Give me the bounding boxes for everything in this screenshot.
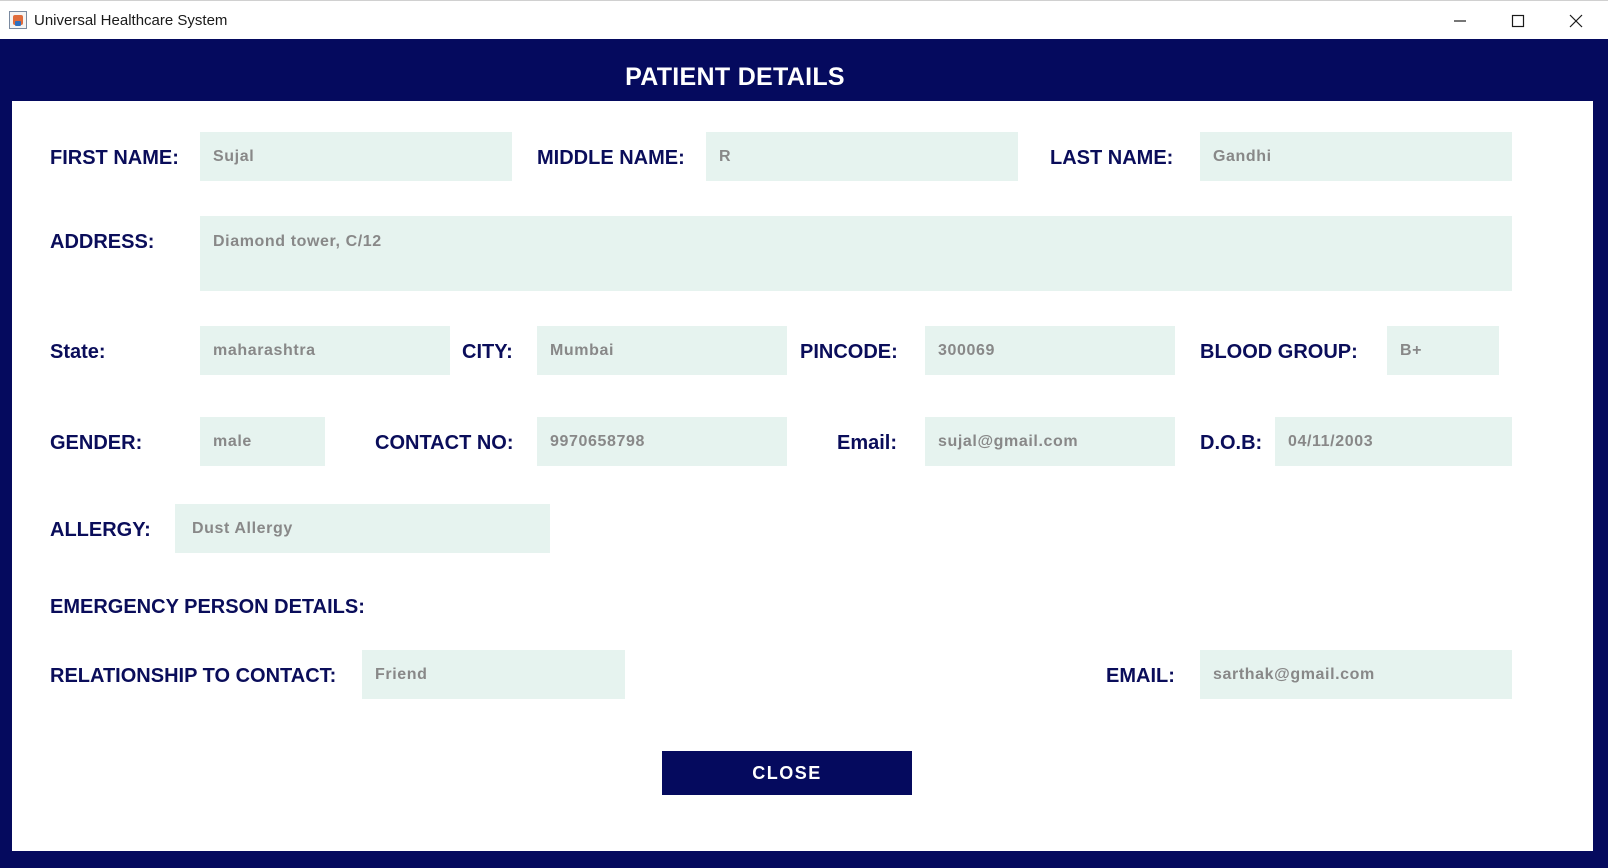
minimize-icon	[1454, 19, 1466, 22]
city-field[interactable]: Mumbai	[537, 326, 787, 375]
email-field[interactable]: sujal@gmail.com	[925, 417, 1175, 466]
relationship-label: RELATIONSHIP TO CONTACT:	[50, 665, 337, 687]
window-titlebar: Universal Healthcare System	[0, 0, 1608, 39]
close-window-button[interactable]	[1547, 1, 1605, 40]
middle-name-label: MIDDLE NAME:	[537, 147, 685, 169]
state-label: State:	[50, 341, 106, 363]
gender-field[interactable]: male	[200, 417, 325, 466]
blood-group-label: BLOOD GROUP:	[1200, 341, 1358, 363]
last-name-label: LAST NAME:	[1050, 147, 1174, 169]
java-app-icon	[9, 11, 27, 29]
address-label: ADDRESS:	[50, 231, 155, 253]
page-title: PATIENT DETAILS	[625, 63, 845, 91]
first-name-label: FIRST NAME:	[50, 147, 179, 169]
close-icon	[1569, 14, 1583, 27]
address-field[interactable]: Diamond tower, C/12	[200, 216, 1512, 291]
dob-label: D.O.B:	[1200, 432, 1263, 454]
relationship-field[interactable]: Friend	[362, 650, 625, 699]
first-name-field[interactable]: Sujal	[200, 132, 512, 181]
form-panel: FIRST NAME: Sujal MIDDLE NAME: R LAST NA…	[12, 101, 1593, 851]
pincode-field[interactable]: 300069	[925, 326, 1175, 375]
contact-no-field[interactable]: 9970658798	[537, 417, 787, 466]
maximize-button[interactable]	[1489, 1, 1547, 40]
emergency-heading: EMERGENCY PERSON DETAILS:	[50, 596, 365, 618]
emergency-email-field[interactable]: sarthak@gmail.com	[1200, 650, 1512, 699]
blood-group-field[interactable]: B+	[1387, 326, 1499, 375]
email-label: Email:	[837, 432, 898, 454]
allergy-field[interactable]: Dust Allergy	[175, 504, 550, 553]
gender-label: GENDER:	[50, 432, 143, 454]
contact-no-label: CONTACT NO:	[375, 432, 514, 454]
dob-field[interactable]: 04/11/2003	[1275, 417, 1512, 466]
close-button[interactable]: CLOSE	[662, 751, 912, 795]
middle-name-field[interactable]: R	[706, 132, 1018, 181]
maximize-icon	[1511, 14, 1525, 27]
emergency-email-label: EMAIL:	[1106, 665, 1175, 687]
minimize-button[interactable]	[1431, 1, 1489, 40]
pincode-label: PINCODE:	[800, 341, 898, 363]
allergy-label: ALLERGY:	[50, 519, 151, 541]
last-name-field[interactable]: Gandhi	[1200, 132, 1512, 181]
window-title: Universal Healthcare System	[34, 12, 228, 29]
city-label: CITY:	[462, 341, 513, 363]
state-field[interactable]: maharashtra	[200, 326, 450, 375]
